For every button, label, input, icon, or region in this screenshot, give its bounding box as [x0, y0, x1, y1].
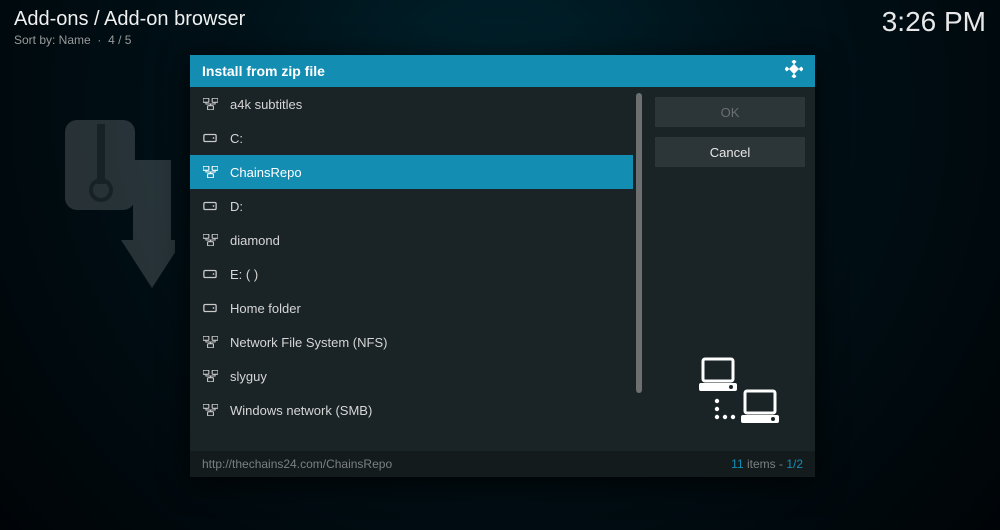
footer-page: 1/2 — [786, 457, 803, 471]
dialog-footer: http://thechains24.com/ChainsRepo 11 ite… — [190, 451, 815, 477]
file-row[interactable]: Network File System (NFS) — [190, 325, 633, 359]
sort-label[interactable]: Sort by: Name — [14, 33, 91, 47]
network-icon — [202, 334, 218, 350]
file-row[interactable]: E: ( ) — [190, 257, 633, 291]
scrollbar[interactable] — [636, 93, 642, 445]
file-list[interactable]: a4k subtitles C: ChainsRepo D: diamond E: ( )… — [190, 87, 633, 451]
file-row-label: C: — [230, 131, 243, 146]
file-row-label: slyguy — [230, 369, 267, 384]
footer-items-suffix: items - — [744, 457, 787, 471]
drive-icon — [202, 266, 218, 282]
clock: 3:26 PM — [882, 6, 986, 38]
file-row-label: diamond — [230, 233, 280, 248]
file-row-label: ChainsRepo — [230, 165, 302, 180]
drive-icon — [202, 300, 218, 316]
zip-download-icon — [55, 120, 175, 290]
drive-icon — [202, 198, 218, 214]
kodi-logo-icon — [785, 60, 803, 83]
footer-path: http://thechains24.com/ChainsRepo — [202, 457, 392, 471]
file-row[interactable]: C: — [190, 121, 633, 155]
sort-line: Sort by: Name · 4 / 5 — [14, 33, 986, 47]
file-row-label: Home folder — [230, 301, 301, 316]
file-row[interactable]: Windows network (SMB) — [190, 393, 633, 427]
file-row[interactable]: ChainsRepo — [190, 155, 633, 189]
file-row-label: Windows network (SMB) — [230, 403, 372, 418]
file-row[interactable]: slyguy — [190, 359, 633, 393]
dialog-title: Install from zip file — [202, 63, 325, 79]
file-row[interactable]: D: — [190, 189, 633, 223]
file-row[interactable]: Home folder — [190, 291, 633, 325]
file-row-label: Network File System (NFS) — [230, 335, 387, 350]
network-icon — [202, 402, 218, 418]
dialog-header: Install from zip file — [190, 55, 815, 87]
cancel-button[interactable]: Cancel — [655, 137, 805, 167]
network-icon — [202, 96, 218, 112]
file-row-label: D: — [230, 199, 243, 214]
ok-button[interactable]: OK — [655, 97, 805, 127]
file-row-label: a4k subtitles — [230, 97, 302, 112]
network-icon — [202, 164, 218, 180]
file-row-label: E: ( ) — [230, 267, 258, 282]
scrollbar-thumb[interactable] — [636, 93, 642, 393]
breadcrumb[interactable]: Add-ons / Add-on browser — [14, 8, 986, 31]
file-row[interactable]: a4k subtitles — [190, 87, 633, 121]
source-preview-icon — [675, 340, 785, 435]
drive-icon — [202, 130, 218, 146]
page-indicator: 4 / 5 — [108, 33, 131, 47]
file-row[interactable]: diamond — [190, 223, 633, 257]
install-from-zip-dialog: Install from zip file a4k subtitles C: Cha… — [190, 55, 815, 477]
footer-item-count: 11 — [731, 457, 743, 471]
network-icon — [202, 368, 218, 384]
network-icon — [202, 232, 218, 248]
